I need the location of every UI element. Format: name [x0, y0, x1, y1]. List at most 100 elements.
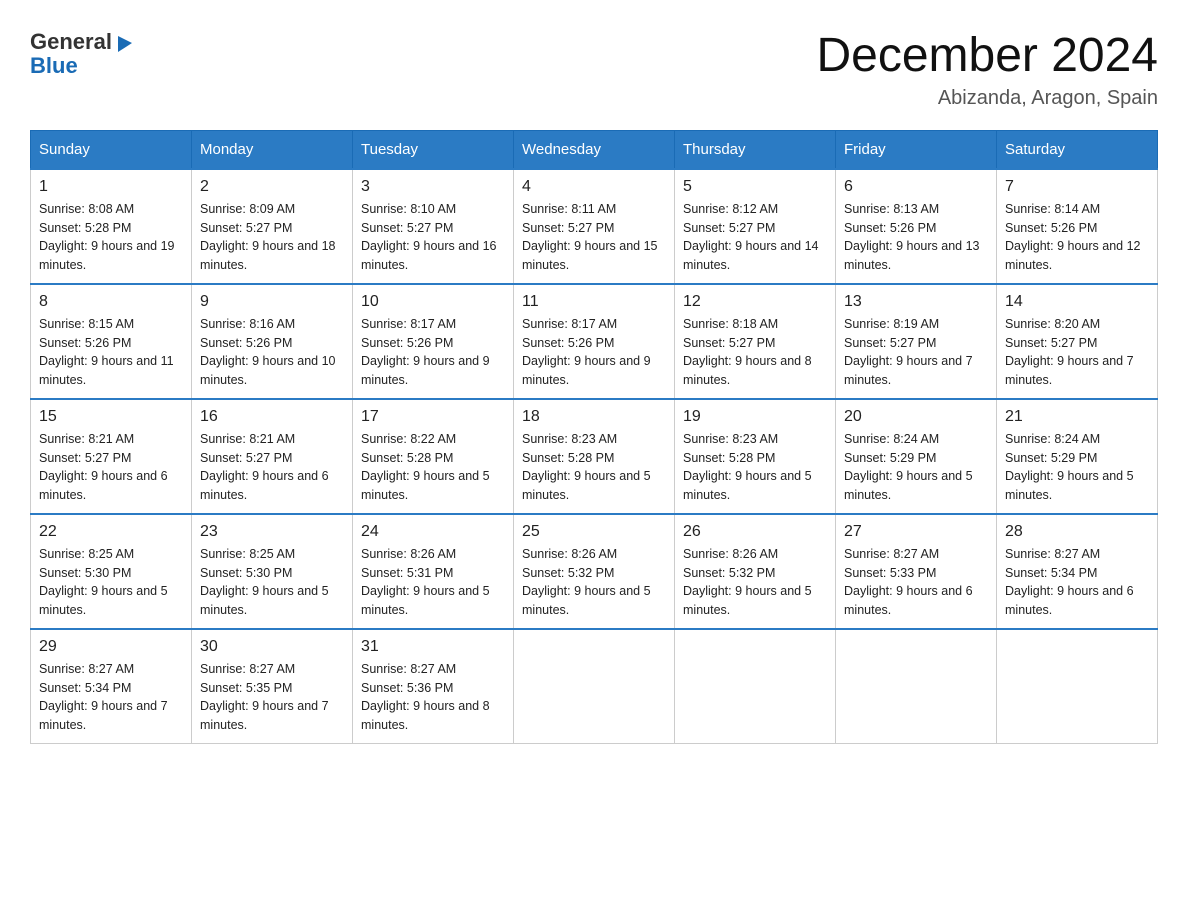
calendar-cell: 4Sunrise: 8:11 AMSunset: 5:27 PMDaylight…: [514, 169, 675, 284]
day-info: Sunrise: 8:20 AMSunset: 5:27 PMDaylight:…: [1005, 315, 1149, 390]
calendar-cell: [836, 629, 997, 744]
day-info: Sunrise: 8:19 AMSunset: 5:27 PMDaylight:…: [844, 315, 988, 390]
calendar-cell: 21 Sunrise: 8:24 AMSunset: 5:29 PMDayligh…: [997, 399, 1158, 514]
calendar-header-row: SundayMondayTuesdayWednesdayThursdayFrid…: [31, 130, 1158, 169]
day-number: 30: [200, 638, 344, 656]
day-info: Sunrise: 8:15 AMSunset: 5:26 PMDaylight:…: [39, 315, 183, 390]
day-info: Sunrise: 8:14 AMSunset: 5:26 PMDaylight:…: [1005, 200, 1149, 275]
column-header-wednesday: Wednesday: [514, 130, 675, 169]
calendar-cell: 27 Sunrise: 8:27 AMSunset: 5:33 PMDayligh…: [836, 514, 997, 629]
title-section: December 2024 Abizanda, Aragon, Spain: [816, 30, 1158, 110]
column-header-saturday: Saturday: [997, 130, 1158, 169]
day-info: Sunrise: 8:26 AMSunset: 5:32 PMDaylight:…: [683, 545, 827, 620]
day-info: Sunrise: 8:22 AMSunset: 5:28 PMDaylight:…: [361, 430, 505, 505]
day-info: Sunrise: 8:13 AMSunset: 5:26 PMDaylight:…: [844, 200, 988, 275]
day-number: 15: [39, 408, 183, 426]
day-number: 26: [683, 523, 827, 541]
calendar-cell: 20Sunrise: 8:24 AMSunset: 5:29 PMDayligh…: [836, 399, 997, 514]
column-header-thursday: Thursday: [675, 130, 836, 169]
day-info: Sunrise: 8:26 AMSunset: 5:31 PMDaylight:…: [361, 545, 505, 620]
calendar-week-row: 22 Sunrise: 8:25 AMSunset: 5:30 PMDayligh…: [31, 514, 1158, 629]
calendar-cell: 26 Sunrise: 8:26 AMSunset: 5:32 PMDayligh…: [675, 514, 836, 629]
day-info: Sunrise: 8:24 AMSunset: 5:29 PMDaylight:…: [1005, 430, 1149, 505]
day-number: 13: [844, 293, 988, 311]
day-info: Sunrise: 8:27 AMSunset: 5:34 PMDaylight:…: [1005, 545, 1149, 620]
day-info: Sunrise: 8:21 AMSunset: 5:27 PMDaylight:…: [39, 430, 183, 505]
day-number: 20: [844, 408, 988, 426]
calendar-cell: [997, 629, 1158, 744]
day-number: 4: [522, 178, 666, 196]
day-info: Sunrise: 8:17 AMSunset: 5:26 PMDaylight:…: [361, 315, 505, 390]
day-info: Sunrise: 8:17 AMSunset: 5:26 PMDaylight:…: [522, 315, 666, 390]
calendar-cell: 29Sunrise: 8:27 AMSunset: 5:34 PMDayligh…: [31, 629, 192, 744]
calendar-cell: 13 Sunrise: 8:19 AMSunset: 5:27 PMDayligh…: [836, 284, 997, 399]
calendar-cell: 19 Sunrise: 8:23 AMSunset: 5:28 PMDayligh…: [675, 399, 836, 514]
calendar-cell: 10 Sunrise: 8:17 AMSunset: 5:26 PMDayligh…: [353, 284, 514, 399]
day-info: Sunrise: 8:25 AMSunset: 5:30 PMDaylight:…: [39, 545, 183, 620]
day-number: 27: [844, 523, 988, 541]
day-info: Sunrise: 8:18 AMSunset: 5:27 PMDaylight:…: [683, 315, 827, 390]
logo-general-text: General: [30, 30, 112, 54]
calendar-cell: 7 Sunrise: 8:14 AMSunset: 5:26 PMDaylight…: [997, 169, 1158, 284]
calendar-cell: 6Sunrise: 8:13 AMSunset: 5:26 PMDaylight…: [836, 169, 997, 284]
day-number: 16: [200, 408, 344, 426]
calendar-week-row: 1 Sunrise: 8:08 AMSunset: 5:28 PMDaylight…: [31, 169, 1158, 284]
day-number: 2: [200, 178, 344, 196]
day-number: 19: [683, 408, 827, 426]
day-info: Sunrise: 8:23 AMSunset: 5:28 PMDaylight:…: [522, 430, 666, 505]
calendar-cell: 18 Sunrise: 8:23 AMSunset: 5:28 PMDayligh…: [514, 399, 675, 514]
logo: General Blue: [30, 30, 136, 78]
day-number: 18: [522, 408, 666, 426]
column-header-monday: Monday: [192, 130, 353, 169]
calendar-cell: 8Sunrise: 8:15 AMSunset: 5:26 PMDaylight…: [31, 284, 192, 399]
column-header-friday: Friday: [836, 130, 997, 169]
day-number: 7: [1005, 178, 1149, 196]
calendar-cell: 14 Sunrise: 8:20 AMSunset: 5:27 PMDayligh…: [997, 284, 1158, 399]
calendar-week-row: 8Sunrise: 8:15 AMSunset: 5:26 PMDaylight…: [31, 284, 1158, 399]
calendar-cell: 30 Sunrise: 8:27 AMSunset: 5:35 PMDayligh…: [192, 629, 353, 744]
calendar-cell: 12 Sunrise: 8:18 AMSunset: 5:27 PMDayligh…: [675, 284, 836, 399]
calendar-cell: 17Sunrise: 8:22 AMSunset: 5:28 PMDayligh…: [353, 399, 514, 514]
calendar-week-row: 15 Sunrise: 8:21 AMSunset: 5:27 PMDayligh…: [31, 399, 1158, 514]
page-header: General Blue December 2024 Abizanda, Ara…: [30, 30, 1158, 110]
column-header-tuesday: Tuesday: [353, 130, 514, 169]
day-number: 31: [361, 638, 505, 656]
day-info: Sunrise: 8:12 AMSunset: 5:27 PMDaylight:…: [683, 200, 827, 275]
day-info: Sunrise: 8:23 AMSunset: 5:28 PMDaylight:…: [683, 430, 827, 505]
calendar-cell: 28 Sunrise: 8:27 AMSunset: 5:34 PMDayligh…: [997, 514, 1158, 629]
day-number: 28: [1005, 523, 1149, 541]
day-info: Sunrise: 8:21 AMSunset: 5:27 PMDaylight:…: [200, 430, 344, 505]
column-header-sunday: Sunday: [31, 130, 192, 169]
day-info: Sunrise: 8:27 AMSunset: 5:36 PMDaylight:…: [361, 660, 505, 735]
day-info: Sunrise: 8:25 AMSunset: 5:30 PMDaylight:…: [200, 545, 344, 620]
day-info: Sunrise: 8:16 AMSunset: 5:26 PMDaylight:…: [200, 315, 344, 390]
calendar-cell: 11 Sunrise: 8:17 AMSunset: 5:26 PMDayligh…: [514, 284, 675, 399]
calendar-cell: 25Sunrise: 8:26 AMSunset: 5:32 PMDayligh…: [514, 514, 675, 629]
day-number: 11: [522, 293, 666, 311]
day-number: 23: [200, 523, 344, 541]
day-info: Sunrise: 8:27 AMSunset: 5:33 PMDaylight:…: [844, 545, 988, 620]
day-number: 10: [361, 293, 505, 311]
calendar-subtitle: Abizanda, Aragon, Spain: [816, 87, 1158, 110]
day-number: 5: [683, 178, 827, 196]
day-number: 21: [1005, 408, 1149, 426]
calendar-cell: 24Sunrise: 8:26 AMSunset: 5:31 PMDayligh…: [353, 514, 514, 629]
calendar-cell: [514, 629, 675, 744]
calendar-cell: 5 Sunrise: 8:12 AMSunset: 5:27 PMDaylight…: [675, 169, 836, 284]
day-number: 29: [39, 638, 183, 656]
day-number: 9: [200, 293, 344, 311]
logo-blue-text: Blue: [30, 54, 136, 78]
logo-triangle-icon: [114, 32, 136, 54]
day-info: Sunrise: 8:08 AMSunset: 5:28 PMDaylight:…: [39, 200, 183, 275]
day-info: Sunrise: 8:09 AMSunset: 5:27 PMDaylight:…: [200, 200, 344, 275]
calendar-cell: 31 Sunrise: 8:27 AMSunset: 5:36 PMDayligh…: [353, 629, 514, 744]
day-number: 12: [683, 293, 827, 311]
day-number: 25: [522, 523, 666, 541]
day-number: 14: [1005, 293, 1149, 311]
day-info: Sunrise: 8:27 AMSunset: 5:35 PMDaylight:…: [200, 660, 344, 735]
day-number: 1: [39, 178, 183, 196]
day-info: Sunrise: 8:10 AMSunset: 5:27 PMDaylight:…: [361, 200, 505, 275]
calendar-cell: [675, 629, 836, 744]
calendar-cell: 9 Sunrise: 8:16 AMSunset: 5:26 PMDaylight…: [192, 284, 353, 399]
day-number: 22: [39, 523, 183, 541]
